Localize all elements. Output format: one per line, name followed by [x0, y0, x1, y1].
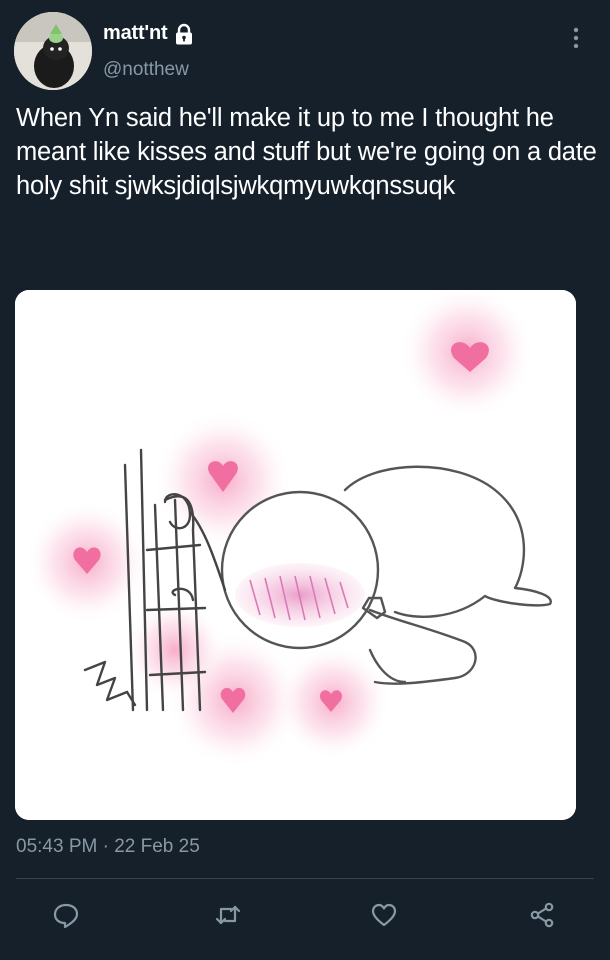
tweet-date: 22 Feb 25: [114, 836, 200, 857]
tweet-time: 05:43 PM: [16, 836, 98, 857]
retweet-icon: [215, 905, 241, 925]
reaction-drawing: [15, 290, 576, 820]
lock-icon: [173, 23, 195, 45]
avatar[interactable]: [14, 12, 92, 90]
retweet-button[interactable]: [206, 893, 250, 937]
heart-icon: [371, 903, 397, 927]
like-button[interactable]: [362, 893, 406, 937]
display-name-text: matt'nt: [103, 22, 168, 44]
share-icon: [530, 902, 554, 928]
tweet-timestamp[interactable]: 05:43 PM · 22 Feb 25: [16, 836, 200, 858]
display-name[interactable]: matt'nt: [103, 22, 195, 45]
divider: [16, 878, 594, 879]
tweet-text: When Yn said he'll make it up to me I th…: [16, 104, 597, 200]
avatar-image: [14, 12, 92, 90]
timestamp-separator: ·: [102, 836, 109, 857]
tweet-media-image[interactable]: [15, 290, 576, 820]
tweet: matt'nt @notthew When Yn said he'll make…: [0, 0, 610, 960]
share-button[interactable]: [520, 893, 564, 937]
reply-button[interactable]: [44, 893, 88, 937]
more-vertical-icon[interactable]: [566, 24, 586, 52]
reply-icon: [53, 903, 79, 929]
user-handle[interactable]: @notthew: [103, 59, 189, 81]
tweet-actions: [0, 893, 610, 937]
